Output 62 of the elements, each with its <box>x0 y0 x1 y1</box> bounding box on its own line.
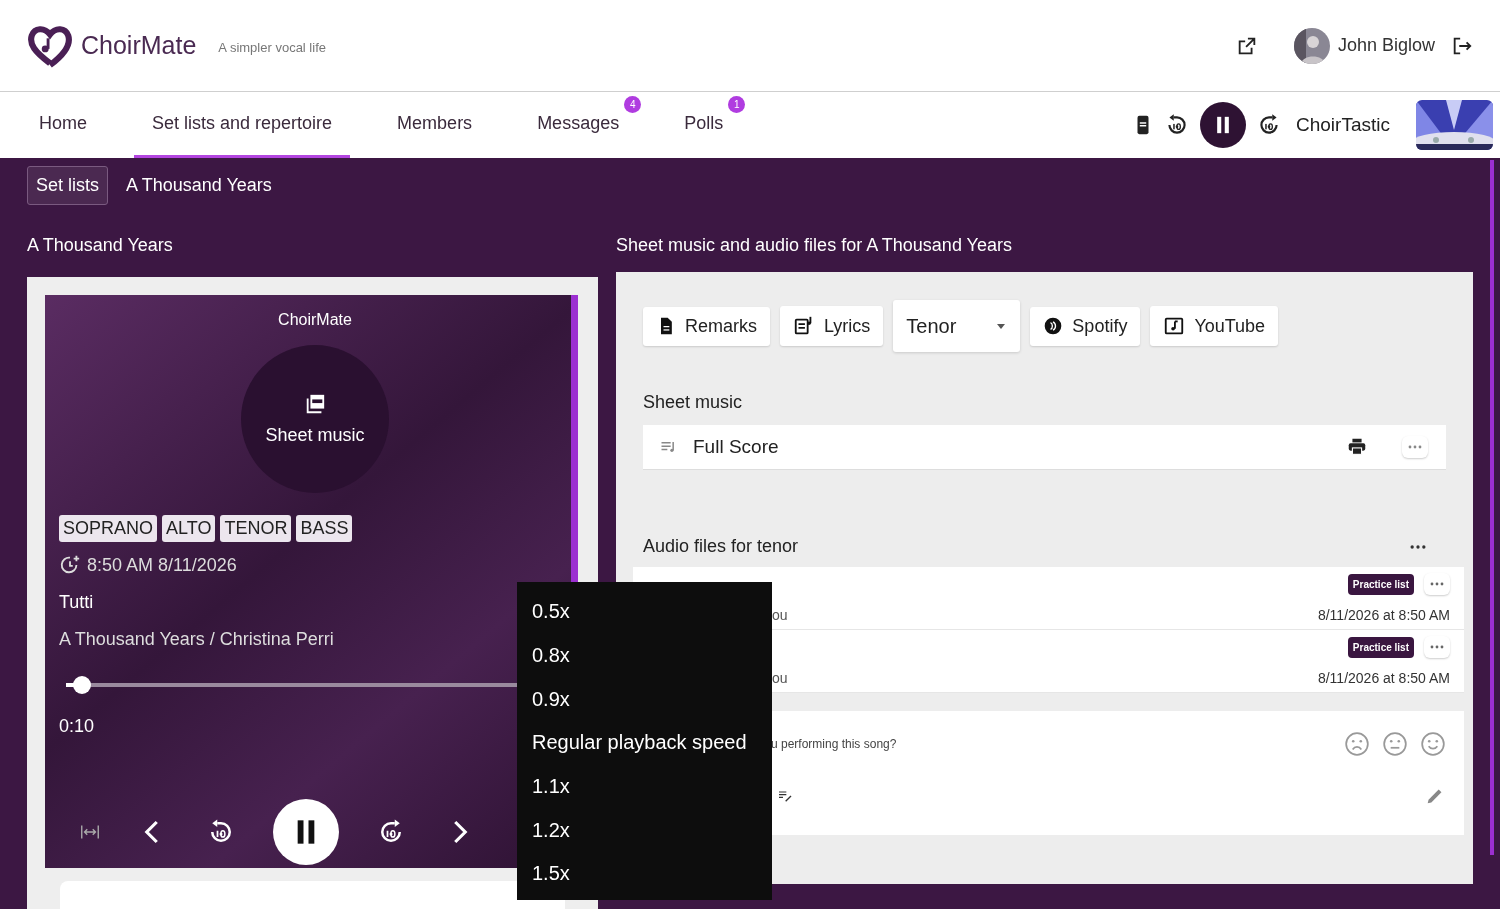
cover-label: Sheet music <box>265 424 365 446</box>
voice-chip[interactable]: SOPRANO <box>59 515 158 542</box>
more-button[interactable] <box>1424 636 1450 658</box>
tag: Practice list <box>1347 573 1414 595</box>
elapsed-time: 0:10 <box>59 716 95 737</box>
spotify-icon <box>1043 316 1064 336</box>
pause-button[interactable] <box>1200 102 1246 148</box>
speed-option[interactable]: Regular playback speed <box>517 721 772 765</box>
resource-button[interactable]: Spotify <box>1030 306 1141 346</box>
face-icon[interactable] <box>1420 731 1446 757</box>
count-badge: 4 <box>624 96 642 113</box>
sheet-row[interactable]: Full Score <box>643 425 1446 470</box>
sheet-name: Full Score <box>693 436 779 458</box>
choir-name: ChoirTastic <box>1296 114 1390 136</box>
nav-tab[interactable]: Members <box>379 92 491 158</box>
face-icon[interactable] <box>1344 731 1370 757</box>
files-title: Sheet music and audio files for A Thousand Years <box>616 235 1013 257</box>
voice-chip[interactable]: TENOR <box>220 515 292 542</box>
tag: Practice list <box>1347 636 1414 658</box>
clock-icon <box>59 554 81 576</box>
edit-notes-icon <box>777 788 793 804</box>
voice-chip[interactable]: BASS <box>296 515 353 542</box>
song-subtitle: A Thousand Years / Christina Perri <box>59 629 334 650</box>
resource-button[interactable]: Remarks <box>643 306 770 346</box>
player-source: ChoirMate <box>278 311 352 329</box>
count-badge: 1 <box>728 96 746 113</box>
music-note-icon <box>1163 315 1186 337</box>
section-heading: Audio files for tenor <box>643 536 799 557</box>
speed-option[interactable]: 1.2x <box>517 808 772 853</box>
voice-chip[interactable]: ALTO <box>162 515 216 542</box>
speed-option[interactable]: 1.5x <box>517 852 772 896</box>
breadcrumb-current: A Thousand Years <box>126 175 272 196</box>
more-icon <box>1408 445 1422 449</box>
sheet-music-cover[interactable]: Sheet music <box>241 345 389 493</box>
more-icon <box>1430 582 1444 586</box>
song-title: A Thousand Years <box>27 235 174 257</box>
timestamp: 8:50 AM 8/11/2026 <box>87 554 237 576</box>
voice-select[interactable]: Tenor <box>893 300 1021 352</box>
more-icon <box>1430 645 1444 649</box>
date: 8/11/2026 at 8:50 AM <box>1317 607 1450 623</box>
avatar[interactable] <box>1293 27 1330 64</box>
shared-by: ou <box>772 670 789 686</box>
breadcrumb-link[interactable]: Set lists <box>27 166 109 205</box>
resource-button[interactable]: Lyrics <box>780 306 884 346</box>
print-icon[interactable] <box>1346 436 1368 458</box>
date: 8/11/2026 at 8:50 AM <box>1317 670 1450 686</box>
pdf-icon <box>304 392 326 415</box>
shared-by: ou <box>772 607 789 623</box>
face-icon[interactable] <box>1382 731 1408 757</box>
user-name[interactable]: John Biglow <box>1337 35 1435 56</box>
resource-button[interactable]: YouTube <box>1150 306 1279 346</box>
brand-name: ChoirMate <box>81 31 197 60</box>
nav-tab[interactable]: Home <box>21 92 105 158</box>
more-button[interactable] <box>1424 573 1450 595</box>
tagline: A simpler vocal life <box>218 40 326 55</box>
speed-option[interactable]: 1.1x <box>517 764 772 809</box>
track-name: Tutti <box>59 592 94 613</box>
confidence-question: u performing this song? <box>771 737 897 751</box>
scrollbar[interactable] <box>1490 160 1494 855</box>
nav-tab[interactable]: Set lists and repertoire <box>134 92 351 158</box>
slider-thumb[interactable] <box>72 676 91 694</box>
section-heading: Sheet music <box>643 392 744 413</box>
